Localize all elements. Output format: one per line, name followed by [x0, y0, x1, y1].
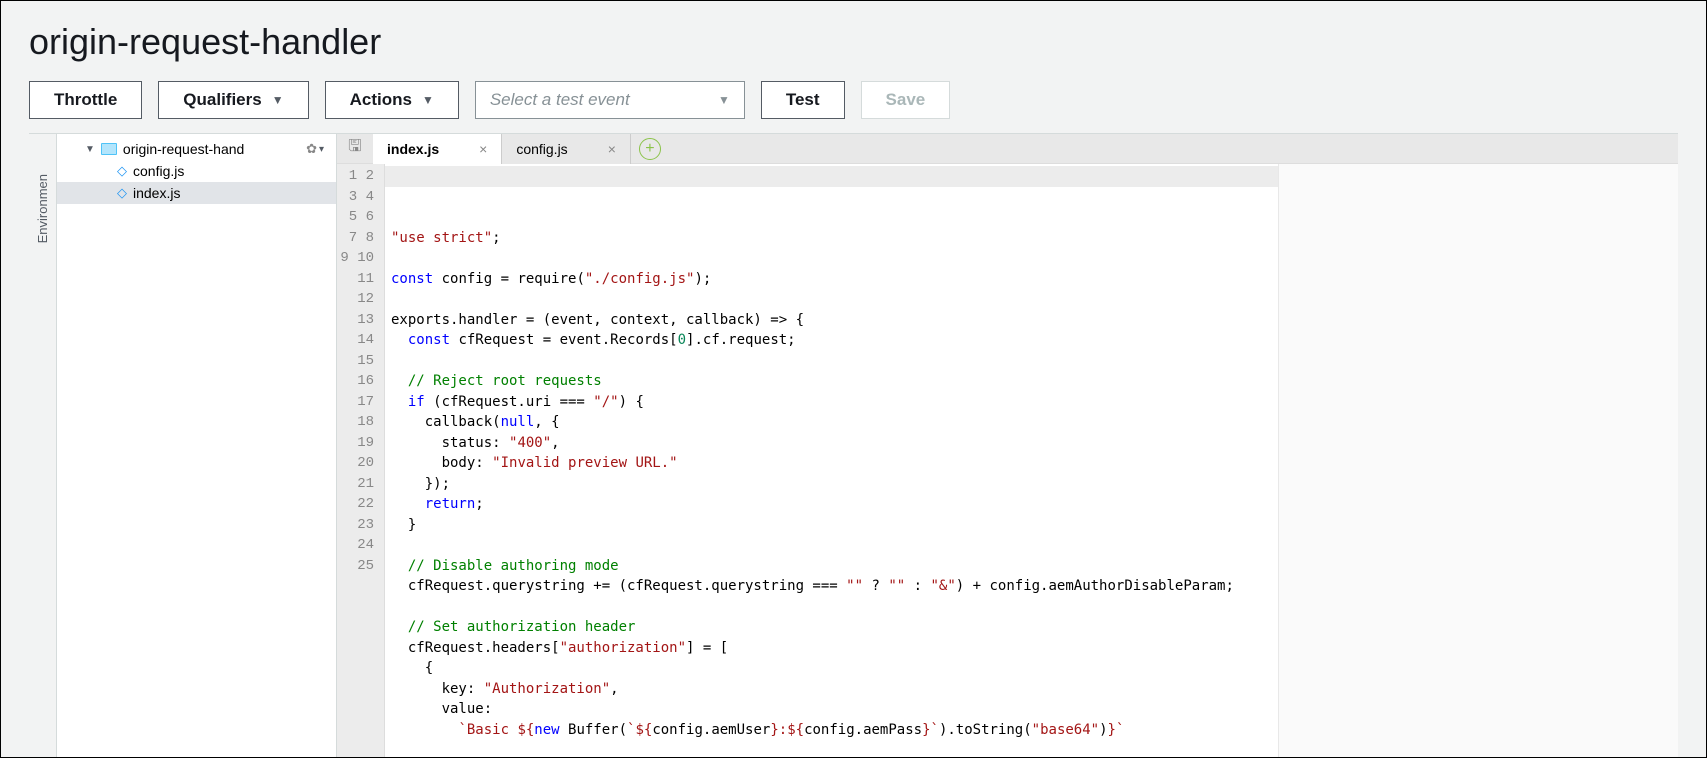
- file-tree-root[interactable]: ▼ origin-request-hand ✿▾: [57, 138, 336, 160]
- editor-area: 🖫 index.js × config.js × + 1 2 3 4 5 6 7 8 …: [337, 134, 1678, 757]
- caret-down-icon: ▼: [85, 144, 95, 155]
- page-title: origin-request-handler: [1, 1, 1706, 77]
- root-folder-label: origin-request-hand: [123, 141, 244, 157]
- actions-label: Actions: [350, 90, 412, 110]
- add-tab-button[interactable]: +: [639, 138, 661, 160]
- test-event-placeholder: Select a test event: [490, 90, 630, 110]
- test-event-select[interactable]: Select a test event ▼: [475, 81, 745, 119]
- test-button[interactable]: Test: [761, 81, 845, 119]
- editor-tab-label: index.js: [387, 141, 439, 157]
- throttle-button[interactable]: Throttle: [29, 81, 142, 119]
- js-file-icon: ◇: [117, 163, 127, 179]
- active-line-highlight: [385, 166, 1278, 187]
- line-number-gutter: 1 2 3 4 5 6 7 8 9 10 11 12 13 14 15 16 1…: [337, 164, 385, 757]
- gear-icon[interactable]: ✿▾: [306, 141, 324, 157]
- folder-icon: [101, 143, 117, 155]
- editor-tab-label: config.js: [516, 141, 567, 157]
- tab-bar: 🖫 index.js × config.js × +: [337, 134, 1678, 164]
- minimap[interactable]: [1278, 164, 1678, 757]
- actions-dropdown[interactable]: Actions ▼: [325, 81, 459, 119]
- dropdown-triangle-icon: ▼: [272, 93, 284, 107]
- close-icon[interactable]: ×: [608, 141, 616, 157]
- file-tree-item[interactable]: ◇ index.js: [57, 182, 336, 204]
- editor-tab[interactable]: config.js ×: [502, 134, 631, 164]
- environment-panel-label: Environmen: [35, 174, 50, 243]
- code-editor-panel: Environmen ▼ origin-request-hand ✿▾ ◇ con…: [29, 133, 1678, 757]
- close-icon[interactable]: ×: [479, 141, 487, 157]
- qualifiers-dropdown[interactable]: Qualifiers ▼: [158, 81, 308, 119]
- file-tree-item[interactable]: ◇ config.js: [57, 160, 336, 182]
- save-label: Save: [886, 90, 926, 109]
- throttle-label: Throttle: [54, 90, 117, 110]
- file-tree: ▼ origin-request-hand ✿▾ ◇ config.js ◇ inde…: [57, 134, 337, 757]
- test-label: Test: [786, 90, 820, 110]
- action-toolbar: Throttle Qualifiers ▼ Actions ▼ Select a…: [1, 77, 1706, 133]
- save-all-icon[interactable]: 🖫: [337, 135, 373, 162]
- file-tree-item-label: config.js: [133, 163, 184, 179]
- js-file-icon: ◇: [117, 185, 127, 201]
- code-area[interactable]: 1 2 3 4 5 6 7 8 9 10 11 12 13 14 15 16 1…: [337, 164, 1678, 757]
- save-button: Save: [861, 81, 951, 119]
- qualifiers-label: Qualifiers: [183, 90, 261, 110]
- environment-panel-collapsed[interactable]: Environmen: [29, 134, 57, 757]
- code-content[interactable]: "use strict"; const config = require("./…: [385, 164, 1278, 757]
- dropdown-triangle-icon: ▼: [718, 93, 730, 107]
- file-tree-item-label: index.js: [133, 185, 180, 201]
- dropdown-triangle-icon: ▼: [422, 93, 434, 107]
- editor-tab[interactable]: index.js ×: [373, 134, 502, 164]
